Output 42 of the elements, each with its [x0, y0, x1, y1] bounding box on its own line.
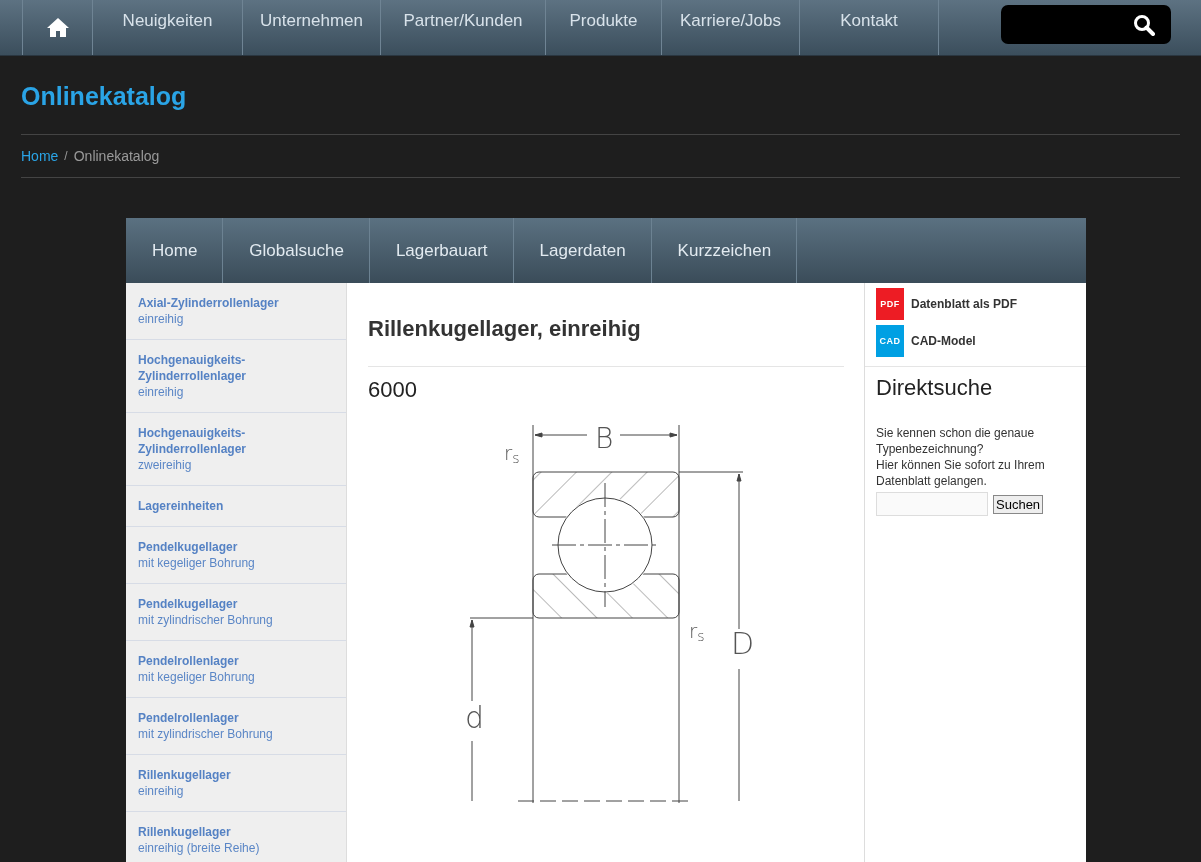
- catalog-tab[interactable]: Kurzzeichen: [651, 218, 798, 283]
- page-title: Onlinekatalog: [21, 56, 1180, 135]
- category-link[interactable]: Pendelrollenlager mit zylindrischer Bohrung: [126, 698, 346, 755]
- category-link[interactable]: Pendelkugellager mit zylindrischer Bohrung: [126, 584, 346, 641]
- section-heading: Direktsuche: [876, 375, 994, 401]
- nav-link[interactable]: Produkte: [546, 0, 662, 55]
- help-text: Hier können Sie sofort zu Ihrem Datenblatt gelangen.: [876, 457, 1046, 489]
- nav-link[interactable]: Kontakt: [800, 0, 939, 55]
- dimension-label: d: [465, 703, 485, 733]
- category-link[interactable]: Pendelrollenlager mit kegeliger Bohrung: [126, 641, 346, 698]
- search-icon[interactable]: [1133, 13, 1155, 36]
- breadcrumb-link[interactable]: Home: [21, 148, 59, 164]
- product-title: Rillenkugellager, einreihig: [368, 316, 844, 367]
- dimension-label: r$_{s}$: [504, 443, 520, 465]
- nav-link[interactable]: Unternehmen: [243, 0, 381, 55]
- breadcrumb-separator: /: [64, 149, 68, 163]
- dimension-label: r$_{s}$: [689, 621, 705, 643]
- nav-link[interactable]: Neuigkeiten: [93, 0, 243, 55]
- category-link[interactable]: Hochgenauigkeits-Zylinderrollenlager zweireihig: [126, 413, 346, 486]
- product-designation: 6000: [368, 377, 418, 403]
- category-link[interactable]: Rillenkugellager einreihig (breite Reihe): [126, 812, 346, 862]
- file-type-badge[interactable]: CAD: [876, 325, 904, 357]
- home-icon[interactable]: [45, 17, 70, 38]
- search-field[interactable]: [1001, 5, 1171, 44]
- help-text: Sie kennen schon die genaue Typenbezeichnung?: [876, 425, 1036, 457]
- dimension-label: B: [595, 425, 614, 453]
- catalog-tab[interactable]: Lagerbauart: [369, 218, 514, 283]
- category-link[interactable]: Pendelkugellager mit kegeliger Bohrung: [126, 527, 346, 584]
- search-input[interactable]: [876, 492, 988, 516]
- download-link[interactable]: Datenblatt als PDF: [911, 297, 1018, 311]
- file-type-badge[interactable]: PDF: [876, 288, 904, 320]
- category-link[interactable]: Rillenkugellager einreihig: [126, 755, 346, 812]
- nav-link[interactable]: Karriere/Jobs: [662, 0, 800, 55]
- category-link[interactable]: Lagereinheiten: [126, 486, 346, 527]
- catalog-tab[interactable]: Lagerdaten: [513, 218, 652, 283]
- search-button[interactable]: Suchen: [993, 494, 1044, 514]
- breadcrumb-current: Onlinekatalog: [73, 148, 160, 164]
- category-link[interactable]: Axial-Zylinderrollenlager einreihig: [126, 283, 346, 340]
- nav-link[interactable]: Partner/Kunden: [381, 0, 546, 55]
- category-link[interactable]: Hochgenauigkeits-Zylinderrollenlager einreihig: [126, 340, 346, 413]
- download-link[interactable]: CAD-Model: [911, 334, 976, 348]
- dimension-label: D: [731, 629, 755, 659]
